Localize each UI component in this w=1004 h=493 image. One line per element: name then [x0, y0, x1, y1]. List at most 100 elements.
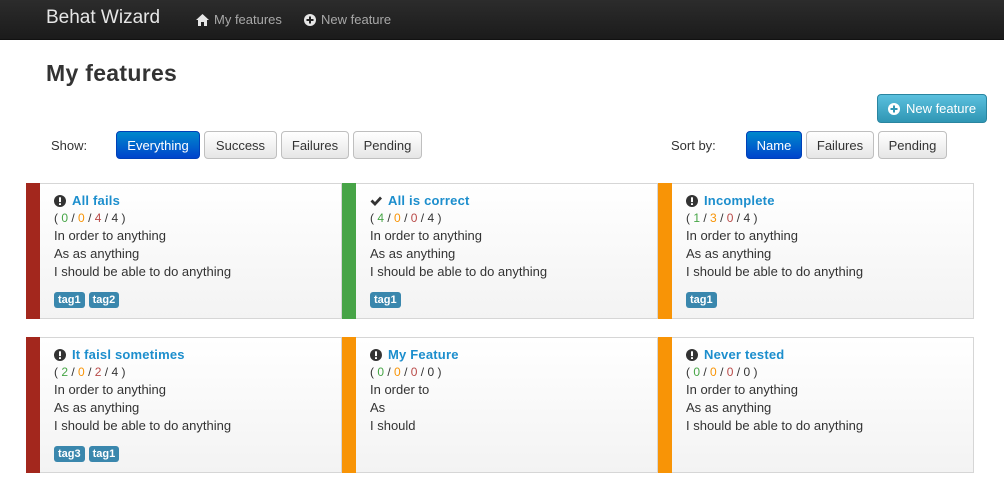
plus-circle-icon: [887, 102, 900, 115]
status-bar: [658, 183, 672, 319]
feature-narrative-line: As as anything: [370, 246, 456, 261]
feature-narrative-line: I should: [370, 418, 416, 433]
tag-badge[interactable]: tag1: [88, 446, 120, 462]
feature-title-link[interactable]: Incomplete: [686, 192, 965, 209]
tag-list: tag3 tag1: [54, 446, 120, 462]
feature-stats: ( 0 / 0 / 0 / 0 ): [370, 365, 442, 379]
feature-title: All is correct: [388, 193, 470, 208]
stat-pending: 0: [710, 365, 717, 379]
feature-card: Incomplete ( 1 / 3 / 0 / 4 ) In order to a…: [658, 183, 974, 319]
feature-narrative-line: I should be able to do anything: [686, 264, 864, 279]
stat-total: 0: [427, 365, 435, 379]
feature-stats: ( 2 / 0 / 2 / 4 ): [54, 365, 126, 379]
feature-title-link[interactable]: All fails: [54, 192, 333, 209]
stat-failed: 0: [726, 211, 734, 225]
feature-content: Never tested ( 0 / 0 / 0 / 0 ) In order to…: [686, 346, 965, 435]
show-label: Show:: [51, 138, 88, 153]
feature-title: All fails: [72, 193, 121, 208]
status-bar: [342, 183, 356, 319]
stat-total: 0: [743, 365, 751, 379]
feature-content: My Feature ( 0 / 0 / 0 / 0 ) In order to As…: [370, 346, 649, 435]
feature-narrative-line: As as anything: [686, 400, 772, 415]
stat-pending: 3: [710, 211, 717, 225]
home-icon: [196, 13, 209, 26]
feature-narrative-line: In order to anything: [370, 228, 483, 243]
exclamation-icon: [370, 348, 382, 361]
feature-content: All fails ( 0 / 0 / 4 / 4 ) In order to an…: [54, 192, 333, 281]
new-feature-button[interactable]: New feature: [877, 94, 987, 123]
feature-card: Never tested ( 0 / 0 / 0 / 0 ) In order to…: [658, 337, 974, 473]
navbar: Behat Wizard My features New feature: [0, 0, 1004, 40]
feature-stats: ( 0 / 0 / 4 / 4 ): [54, 211, 126, 225]
feature-title-link[interactable]: Never tested: [686, 346, 965, 363]
status-bar: [26, 337, 40, 473]
feature-narrative-line: I should be able to do anything: [54, 418, 232, 433]
nav-my-features-label: My features: [214, 12, 282, 27]
tag-badge[interactable]: tag3: [54, 446, 85, 462]
sort-failures-button[interactable]: Failures: [806, 131, 874, 159]
feature-content: Incomplete ( 1 / 3 / 0 / 4 ) In order to a…: [686, 192, 965, 281]
tag-badge[interactable]: tag1: [370, 292, 401, 308]
feature-title-link[interactable]: All is correct: [370, 192, 649, 209]
sort-name-button[interactable]: Name: [746, 131, 802, 159]
status-bar: [342, 337, 356, 473]
feature-narrative-line: In order to anything: [686, 382, 799, 397]
tag-list: tag1: [370, 292, 401, 308]
tag-list: tag1 tag2: [54, 292, 120, 308]
exclamation-icon: [54, 194, 66, 207]
feature-narrative-line: I should be able to do anything: [370, 264, 548, 279]
feature-card: All fails ( 0 / 0 / 4 / 4 ) In order to an…: [26, 183, 342, 319]
nav-my-features[interactable]: My features: [196, 12, 282, 27]
sort-pending-button[interactable]: Pending: [878, 131, 947, 159]
feature-title: Never tested: [704, 347, 785, 362]
feature-title-link[interactable]: It faisl sometimes: [54, 346, 333, 363]
brand[interactable]: Behat Wizard: [46, 7, 160, 29]
tag-badge[interactable]: tag2: [88, 292, 120, 308]
feature-narrative-line: In order to anything: [54, 228, 167, 243]
status-bar: [26, 183, 40, 319]
feature-card: It faisl sometimes ( 2 / 0 / 2 / 4 ) In or…: [26, 337, 342, 473]
stat-pending: 0: [78, 365, 85, 379]
stat-total: 4: [743, 211, 751, 225]
show-pending-button[interactable]: Pending: [353, 131, 422, 159]
feature-stats: ( 1 / 3 / 0 / 4 ): [686, 211, 758, 225]
feature-narrative-line: In order to anything: [54, 382, 167, 397]
feature-title: My Feature: [388, 347, 459, 362]
stat-pending: 0: [394, 365, 401, 379]
tag-badge[interactable]: tag1: [54, 292, 85, 308]
feature-narrative-line: As as anything: [54, 246, 140, 261]
feature-stats: ( 0 / 0 / 0 / 0 ): [686, 365, 758, 379]
stat-passed: 0: [377, 365, 385, 379]
feature-narrative-line: I should be able to do anything: [686, 418, 864, 433]
check-icon: [370, 196, 382, 206]
stat-total: 4: [427, 211, 435, 225]
feature-narrative-line: As: [370, 400, 386, 415]
feature-narrative-line: As as anything: [54, 400, 140, 415]
show-success-button[interactable]: Success: [204, 131, 277, 159]
stat-failed: 2: [94, 365, 102, 379]
new-feature-button-label: New feature: [905, 101, 977, 116]
stat-passed: 0: [61, 211, 69, 225]
feature-card: My Feature ( 0 / 0 / 0 / 0 ) In order to As…: [342, 337, 658, 473]
feature-narrative-line: As as anything: [686, 246, 772, 261]
feature-narrative-line: I should be able to do anything: [54, 264, 232, 279]
exclamation-icon: [54, 348, 66, 361]
tag-badge[interactable]: tag1: [686, 292, 717, 308]
stat-total: 4: [111, 211, 119, 225]
nav-new-feature-label: New feature: [321, 12, 392, 27]
feature-content: All is correct ( 4 / 0 / 0 / 4 ) In order …: [370, 192, 649, 281]
stat-passed: 0: [693, 365, 701, 379]
feature-narrative-line: In order to anything: [686, 228, 799, 243]
exclamation-icon: [686, 194, 698, 207]
feature-stats: ( 4 / 0 / 0 / 4 ): [370, 211, 442, 225]
nav-new-feature[interactable]: New feature: [304, 12, 391, 27]
show-everything-button[interactable]: Everything: [116, 131, 200, 159]
feature-title: It faisl sometimes: [72, 347, 185, 362]
feature-card: All is correct ( 4 / 0 / 0 / 4 ) In order …: [342, 183, 658, 319]
stat-pending: 0: [394, 211, 401, 225]
plus-circle-icon: [304, 13, 316, 26]
feature-title-link[interactable]: My Feature: [370, 346, 649, 363]
show-failures-button[interactable]: Failures: [281, 131, 349, 159]
exclamation-icon: [686, 348, 698, 361]
stat-passed: 1: [693, 211, 701, 225]
